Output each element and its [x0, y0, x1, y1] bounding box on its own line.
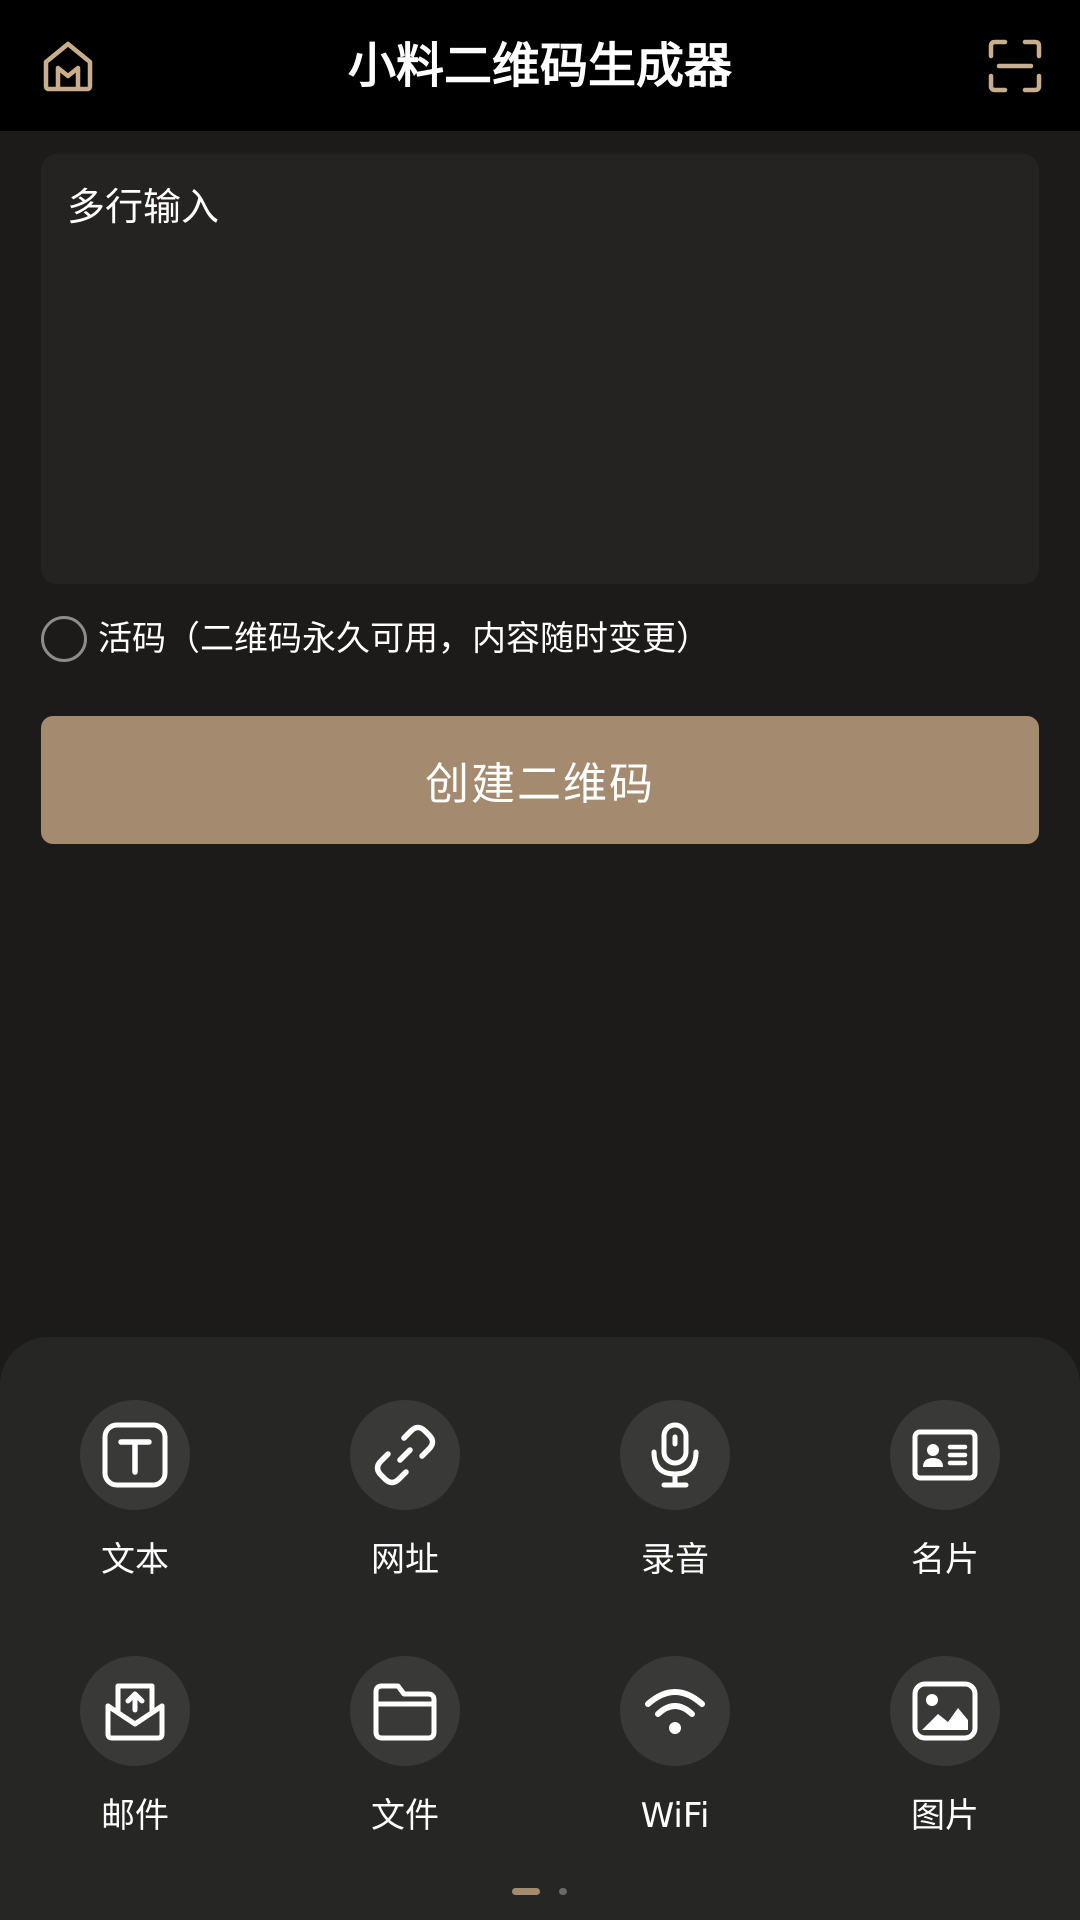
folder-icon [373, 1683, 437, 1741]
type-label: 图片 [911, 1796, 979, 1836]
page-dot-active [512, 1888, 540, 1895]
type-wifi[interactable]: WiFi [585, 1656, 765, 1866]
page-dot [559, 1888, 567, 1895]
type-label: 录音 [641, 1540, 709, 1580]
wifi-icon [645, 1689, 705, 1734]
app-screen: 小料二维码生成器 活码（二维码永久可用，内容随时变更） 创建二维码 [0, 0, 1080, 1920]
live-code-option[interactable]: 活码（二维码永久可用，内容随时变更） [41, 614, 710, 664]
image-icon [912, 1681, 978, 1741]
content-input[interactable] [41, 154, 1039, 584]
type-image[interactable]: 图片 [855, 1656, 1035, 1866]
mail-icon [105, 1683, 165, 1741]
type-label: 文件 [371, 1796, 439, 1836]
text-icon [102, 1422, 168, 1488]
type-label: 网址 [371, 1540, 439, 1580]
type-card[interactable]: 名片 [855, 1400, 1035, 1610]
type-link[interactable]: 网址 [315, 1400, 495, 1610]
live-code-label: 活码（二维码永久可用，内容随时变更） [98, 619, 710, 659]
type-label: 邮件 [101, 1796, 169, 1836]
page-indicator [0, 1888, 1080, 1896]
live-code-radio[interactable] [41, 616, 87, 662]
type-audio[interactable]: 录音 [585, 1400, 765, 1610]
type-text[interactable]: 文本 [45, 1400, 225, 1610]
microphone-icon [651, 1422, 699, 1488]
app-title: 小料二维码生成器 [347, 38, 732, 94]
scan-button[interactable] [985, 36, 1045, 96]
type-file[interactable]: 文件 [315, 1656, 495, 1866]
top-bar: 小料二维码生成器 [0, 0, 1080, 131]
create-qr-button[interactable]: 创建二维码 [41, 716, 1039, 844]
type-label: WiFi [640, 1796, 710, 1836]
type-label: 名片 [911, 1540, 979, 1580]
link-icon [374, 1424, 436, 1486]
business-card-icon [912, 1429, 978, 1481]
scan-icon [988, 39, 1042, 93]
type-label: 文本 [101, 1540, 169, 1580]
type-selector-panel: 文本 网址 录音 名片 邮件 文件 WiFi 图片 [0, 1337, 1080, 1920]
type-mail[interactable]: 邮件 [45, 1656, 225, 1866]
